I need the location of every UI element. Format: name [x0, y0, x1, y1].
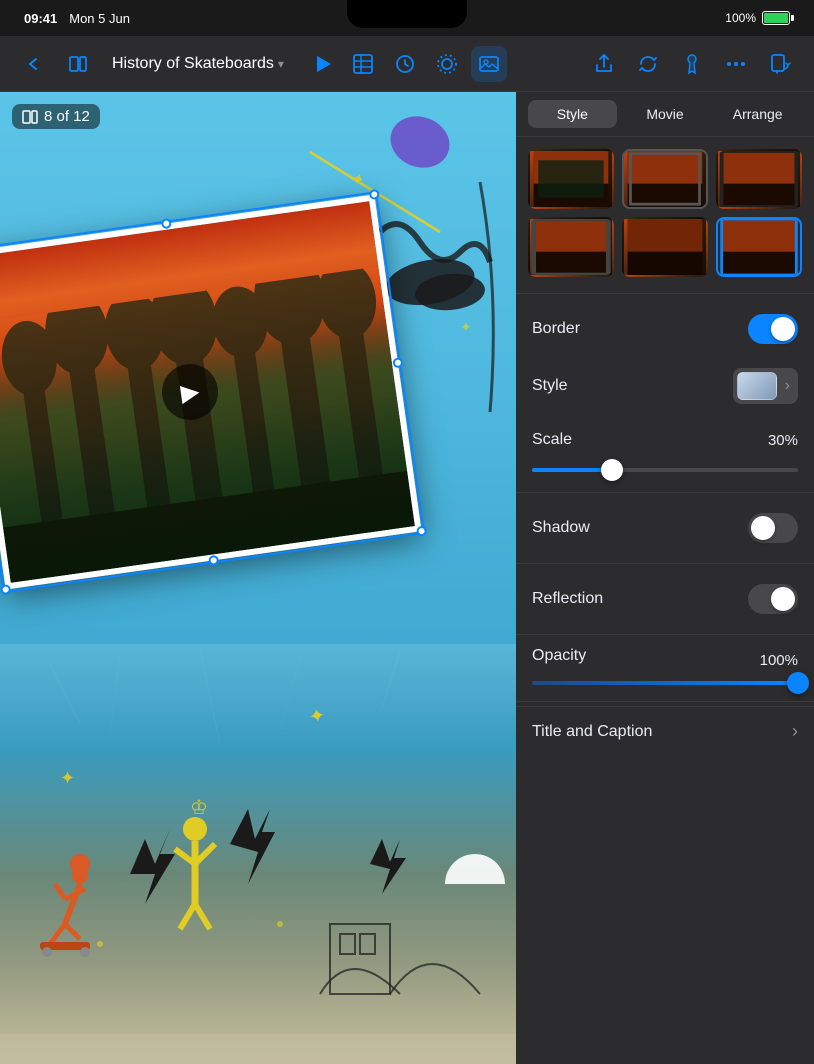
style-picker-button[interactable]: ›	[733, 368, 798, 404]
scale-header-row: Scale 30%	[516, 416, 814, 464]
media-button[interactable]	[471, 46, 507, 82]
slides-panel-button[interactable]	[60, 46, 96, 82]
shadow-section: Shadow	[516, 497, 814, 559]
border-label: Border	[532, 320, 580, 338]
shadow-label: Shadow	[532, 519, 590, 537]
table-button[interactable]	[345, 46, 381, 82]
style-thumb-5[interactable]	[622, 217, 708, 277]
tree-silhouettes	[0, 266, 415, 583]
scale-slider-container	[516, 464, 814, 484]
tab-movie[interactable]: Movie	[621, 100, 710, 128]
border-row: Border	[516, 302, 814, 356]
reflection-row: Reflection	[516, 572, 814, 626]
scale-slider-track[interactable]	[532, 468, 798, 472]
panel-bottom-space	[516, 756, 814, 956]
shadow-row: Shadow	[516, 501, 814, 555]
scale-value: 30%	[758, 432, 798, 449]
title-caption-label: Title and Caption	[532, 723, 652, 741]
reflection-label: Reflection	[532, 590, 603, 608]
style-thumb-1[interactable]	[528, 149, 614, 209]
skater-yellow	[175, 817, 215, 929]
back-button[interactable]	[16, 46, 52, 82]
tab-style[interactable]: Style	[528, 100, 617, 128]
opacity-slider-row	[532, 681, 798, 685]
status-date: Mon 5 Jun	[69, 11, 130, 26]
battery-text: 100%	[725, 11, 756, 25]
opacity-label: Opacity	[532, 647, 586, 665]
reflection-toggle-knob	[771, 587, 795, 611]
status-bar: 09:41 Mon 5 Jun 100%	[0, 0, 814, 36]
toolbar-right	[515, 46, 798, 82]
border-section: Border Style › Scale 30%	[516, 298, 814, 488]
border-toggle[interactable]	[748, 314, 798, 344]
shadow-toggle-knob	[751, 516, 775, 540]
slide-counter-icon	[22, 109, 38, 125]
battery-fill	[764, 13, 788, 23]
right-panel: Style Movie Arrange	[516, 92, 814, 1064]
title-caption-chevron: ›	[792, 721, 798, 742]
share-button[interactable]	[586, 46, 622, 82]
reflection-section: Reflection	[516, 568, 814, 630]
document-title-text: History of Skateboards	[112, 55, 274, 73]
style-row: Style ›	[516, 356, 814, 416]
style-thumb-6-selected[interactable]	[716, 217, 802, 277]
status-left: 09:41 Mon 5 Jun	[24, 11, 130, 26]
style-thumb-2[interactable]	[622, 149, 708, 209]
battery-tip	[791, 15, 794, 21]
reflection-toggle[interactable]	[748, 584, 798, 614]
style-thumbnails	[516, 137, 814, 289]
divider-3	[516, 563, 814, 564]
divider-4	[516, 634, 814, 635]
svg-text:✦: ✦	[60, 768, 75, 788]
toolbar-center	[307, 46, 507, 82]
more-button[interactable]	[718, 46, 754, 82]
battery-icon	[762, 11, 790, 25]
skate-scene: ✦ ✦	[0, 644, 516, 1064]
svg-text:✦: ✦	[307, 704, 327, 729]
border-toggle-knob	[771, 317, 795, 341]
loop-button[interactable]	[630, 46, 666, 82]
opacity-section: Opacity 100%	[516, 639, 814, 697]
canvas-area[interactable]: 8 of 12 ✦ ✦ ✦ ✦	[0, 92, 516, 1064]
divider-5	[516, 701, 814, 702]
style-chevron: ›	[785, 377, 790, 395]
scale-label: Scale	[532, 431, 572, 449]
style-color-preview	[737, 372, 777, 400]
scale-slider-thumb[interactable]	[601, 459, 623, 481]
style-label: Style	[532, 377, 568, 395]
shape-button[interactable]	[429, 46, 465, 82]
divider-1	[516, 293, 814, 294]
slide-counter-text: 8 of 12	[44, 108, 90, 125]
slide-counter: 8 of 12	[12, 104, 100, 129]
title-caption-row[interactable]: Title and Caption ›	[516, 706, 814, 756]
toolbar-left: History of Skateboards ▾	[16, 46, 299, 82]
svg-text:✦: ✦	[460, 319, 472, 335]
style-picker[interactable]: ›	[733, 368, 798, 404]
panel-tabs: Style Movie Arrange	[516, 92, 814, 137]
document-title[interactable]: History of Skateboards ▾	[104, 51, 292, 77]
camera-notch	[347, 0, 467, 28]
divider-2	[516, 492, 814, 493]
scale-slider-row	[532, 468, 798, 472]
clock-button[interactable]	[387, 46, 423, 82]
skate-decorations: ✦ ✦	[0, 644, 516, 1064]
tab-arrange[interactable]: Arrange	[713, 100, 802, 128]
svg-text:♔: ♔	[190, 797, 208, 819]
skater-orange	[40, 854, 90, 957]
opacity-slider-track[interactable]	[532, 681, 798, 685]
status-time: 09:41	[24, 11, 57, 26]
status-right: 100%	[725, 11, 790, 25]
style-thumb-3[interactable]	[716, 149, 802, 209]
opacity-slider-thumb[interactable]	[787, 672, 809, 694]
style-thumb-4[interactable]	[528, 217, 614, 277]
pin-button[interactable]	[674, 46, 710, 82]
opacity-value: 100%	[758, 652, 798, 669]
video-frame-container[interactable]: ▶	[0, 194, 422, 589]
shadow-toggle[interactable]	[748, 513, 798, 543]
toolbar: History of Skateboards ▾	[0, 36, 814, 92]
title-chevron: ▾	[278, 57, 284, 71]
doc-settings-button[interactable]	[762, 46, 798, 82]
play-button[interactable]	[307, 48, 339, 80]
